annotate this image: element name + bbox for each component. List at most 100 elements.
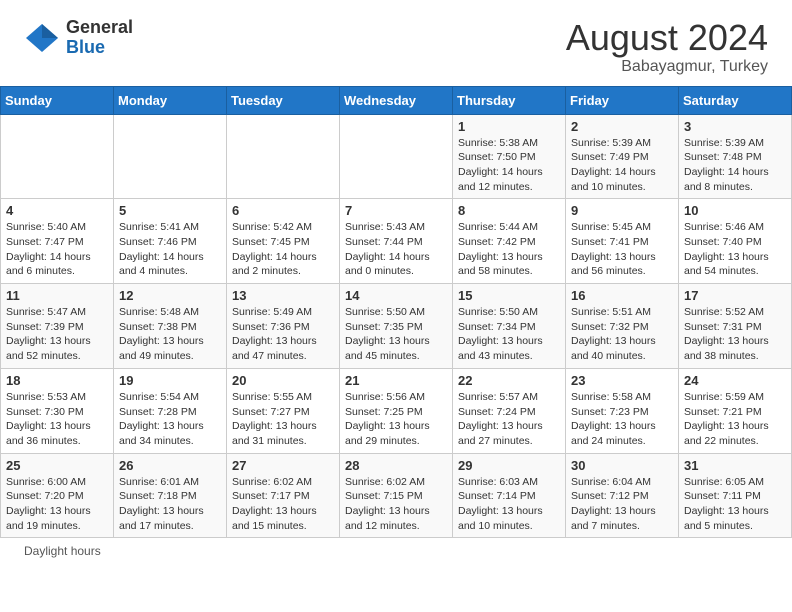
title-block: August 2024 Babayagmur, Turkey (566, 18, 768, 76)
day-number: 11 (6, 288, 108, 303)
calendar-day-cell: 20 Sunrise: 5:55 AM Sunset: 7:27 PM Dayli… (227, 368, 340, 453)
day-number: 1 (458, 119, 560, 134)
calendar-day-cell: 21 Sunrise: 5:56 AM Sunset: 7:25 PM Dayli… (340, 368, 453, 453)
calendar-day-cell: 12 Sunrise: 5:48 AM Sunset: 7:38 PM Dayli… (114, 284, 227, 369)
day-info: Sunrise: 5:40 AM Sunset: 7:47 PM Dayligh… (6, 220, 108, 279)
calendar-header-row: SundayMondayTuesdayWednesdayThursdayFrid… (1, 86, 792, 114)
calendar-day-cell: 19 Sunrise: 5:54 AM Sunset: 7:28 PM Dayli… (114, 368, 227, 453)
day-info: Sunrise: 5:41 AM Sunset: 7:46 PM Dayligh… (119, 220, 221, 279)
calendar-day-cell (340, 114, 453, 199)
calendar-day-cell: 27 Sunrise: 6:02 AM Sunset: 7:17 PM Dayli… (227, 453, 340, 538)
day-info: Sunrise: 5:54 AM Sunset: 7:28 PM Dayligh… (119, 390, 221, 449)
calendar-day-cell: 24 Sunrise: 5:59 AM Sunset: 7:21 PM Dayli… (679, 368, 792, 453)
day-number: 5 (119, 203, 221, 218)
day-info: Sunrise: 5:55 AM Sunset: 7:27 PM Dayligh… (232, 390, 334, 449)
day-of-week-header: Monday (114, 86, 227, 114)
day-info: Sunrise: 5:49 AM Sunset: 7:36 PM Dayligh… (232, 305, 334, 364)
calendar-day-cell: 4Sunrise: 5:40 AM Sunset: 7:47 PM Daylig… (1, 199, 114, 284)
calendar-day-cell: 26 Sunrise: 6:01 AM Sunset: 7:18 PM Dayli… (114, 453, 227, 538)
logo-icon (24, 20, 60, 56)
calendar-day-cell (1, 114, 114, 199)
day-info: Sunrise: 6:04 AM Sunset: 7:12 PM Dayligh… (571, 475, 673, 534)
calendar-week-row: 18Sunrise: 5:53 AM Sunset: 7:30 PM Dayli… (1, 368, 792, 453)
day-info: Sunrise: 6:02 AM Sunset: 7:15 PM Dayligh… (345, 475, 447, 534)
calendar-day-cell: 15 Sunrise: 5:50 AM Sunset: 7:34 PM Dayli… (453, 284, 566, 369)
calendar-week-row: 25Sunrise: 6:00 AM Sunset: 7:20 PM Dayli… (1, 453, 792, 538)
calendar-day-cell: 9 Sunrise: 5:45 AM Sunset: 7:41 PM Daylig… (566, 199, 679, 284)
day-number: 14 (345, 288, 447, 303)
day-number: 29 (458, 458, 560, 473)
day-number: 30 (571, 458, 673, 473)
day-number: 21 (345, 373, 447, 388)
calendar-day-cell: 7Sunrise: 5:43 AM Sunset: 7:44 PM Daylig… (340, 199, 453, 284)
day-info: Sunrise: 6:01 AM Sunset: 7:18 PM Dayligh… (119, 475, 221, 534)
calendar-day-cell: 28 Sunrise: 6:02 AM Sunset: 7:15 PM Dayli… (340, 453, 453, 538)
day-info: Sunrise: 5:51 AM Sunset: 7:32 PM Dayligh… (571, 305, 673, 364)
day-info: Sunrise: 5:50 AM Sunset: 7:34 PM Dayligh… (458, 305, 560, 364)
day-number: 19 (119, 373, 221, 388)
calendar-day-cell: 2Sunrise: 5:39 AM Sunset: 7:49 PM Daylig… (566, 114, 679, 199)
calendar-table: SundayMondayTuesdayWednesdayThursdayFrid… (0, 86, 792, 539)
day-number: 6 (232, 203, 334, 218)
calendar-day-cell: 23 Sunrise: 5:58 AM Sunset: 7:23 PM Dayli… (566, 368, 679, 453)
day-number: 23 (571, 373, 673, 388)
day-number: 8 (458, 203, 560, 218)
calendar-day-cell: 3 Sunrise: 5:39 AM Sunset: 7:48 PM Daylig… (679, 114, 792, 199)
day-number: 3 (684, 119, 786, 134)
location-subtitle: Babayagmur, Turkey (566, 58, 768, 76)
day-of-week-header: Wednesday (340, 86, 453, 114)
calendar-day-cell: 8Sunrise: 5:44 AM Sunset: 7:42 PM Daylig… (453, 199, 566, 284)
day-info: Sunrise: 6:05 AM Sunset: 7:11 PM Dayligh… (684, 475, 786, 534)
day-info: Sunrise: 5:57 AM Sunset: 7:24 PM Dayligh… (458, 390, 560, 449)
day-number: 15 (458, 288, 560, 303)
calendar-day-cell: 10Sunrise: 5:46 AM Sunset: 7:40 PM Dayli… (679, 199, 792, 284)
page-header: General Blue August 2024 Babayagmur, Tur… (0, 0, 792, 86)
day-number: 24 (684, 373, 786, 388)
calendar-day-cell: 6 Sunrise: 5:42 AM Sunset: 7:45 PM Daylig… (227, 199, 340, 284)
calendar-day-cell: 1Sunrise: 5:38 AM Sunset: 7:50 PM Daylig… (453, 114, 566, 199)
day-number: 28 (345, 458, 447, 473)
calendar-day-cell: 30 Sunrise: 6:04 AM Sunset: 7:12 PM Dayli… (566, 453, 679, 538)
day-info: Sunrise: 5:59 AM Sunset: 7:21 PM Dayligh… (684, 390, 786, 449)
daylight-label: Daylight hours (24, 544, 101, 558)
day-info: Sunrise: 5:50 AM Sunset: 7:35 PM Dayligh… (345, 305, 447, 364)
day-number: 12 (119, 288, 221, 303)
day-info: Sunrise: 5:45 AM Sunset: 7:41 PM Dayligh… (571, 220, 673, 279)
day-number: 2 (571, 119, 673, 134)
logo-general: General (66, 18, 133, 38)
calendar-day-cell: 11Sunrise: 5:47 AM Sunset: 7:39 PM Dayli… (1, 284, 114, 369)
calendar-day-cell: 13 Sunrise: 5:49 AM Sunset: 7:36 PM Dayli… (227, 284, 340, 369)
calendar-day-cell: 5 Sunrise: 5:41 AM Sunset: 7:46 PM Daylig… (114, 199, 227, 284)
calendar-day-cell: 14 Sunrise: 5:50 AM Sunset: 7:35 PM Dayli… (340, 284, 453, 369)
day-info: Sunrise: 5:39 AM Sunset: 7:48 PM Dayligh… (684, 136, 786, 195)
day-info: Sunrise: 5:56 AM Sunset: 7:25 PM Dayligh… (345, 390, 447, 449)
day-number: 17 (684, 288, 786, 303)
day-number: 7 (345, 203, 447, 218)
month-title: August 2024 (566, 18, 768, 58)
calendar-day-cell (227, 114, 340, 199)
logo-text: General Blue (66, 18, 133, 58)
calendar-day-cell: 29 Sunrise: 6:03 AM Sunset: 7:14 PM Dayli… (453, 453, 566, 538)
day-number: 20 (232, 373, 334, 388)
day-info: Sunrise: 5:48 AM Sunset: 7:38 PM Dayligh… (119, 305, 221, 364)
calendar-day-cell: 16Sunrise: 5:51 AM Sunset: 7:32 PM Dayli… (566, 284, 679, 369)
day-number: 26 (119, 458, 221, 473)
day-info: Sunrise: 5:52 AM Sunset: 7:31 PM Dayligh… (684, 305, 786, 364)
day-number: 9 (571, 203, 673, 218)
day-info: Sunrise: 5:46 AM Sunset: 7:40 PM Dayligh… (684, 220, 786, 279)
calendar-day-cell (114, 114, 227, 199)
day-of-week-header: Sunday (1, 86, 114, 114)
logo: General Blue (24, 18, 133, 58)
day-info: Sunrise: 6:02 AM Sunset: 7:17 PM Dayligh… (232, 475, 334, 534)
day-info: Sunrise: 5:53 AM Sunset: 7:30 PM Dayligh… (6, 390, 108, 449)
day-info: Sunrise: 5:58 AM Sunset: 7:23 PM Dayligh… (571, 390, 673, 449)
calendar-week-row: 4Sunrise: 5:40 AM Sunset: 7:47 PM Daylig… (1, 199, 792, 284)
footer: Daylight hours (0, 538, 792, 564)
day-number: 13 (232, 288, 334, 303)
day-info: Sunrise: 6:03 AM Sunset: 7:14 PM Dayligh… (458, 475, 560, 534)
day-number: 27 (232, 458, 334, 473)
day-of-week-header: Friday (566, 86, 679, 114)
day-info: Sunrise: 5:42 AM Sunset: 7:45 PM Dayligh… (232, 220, 334, 279)
logo-blue: Blue (66, 38, 133, 58)
calendar-day-cell: 17 Sunrise: 5:52 AM Sunset: 7:31 PM Dayli… (679, 284, 792, 369)
